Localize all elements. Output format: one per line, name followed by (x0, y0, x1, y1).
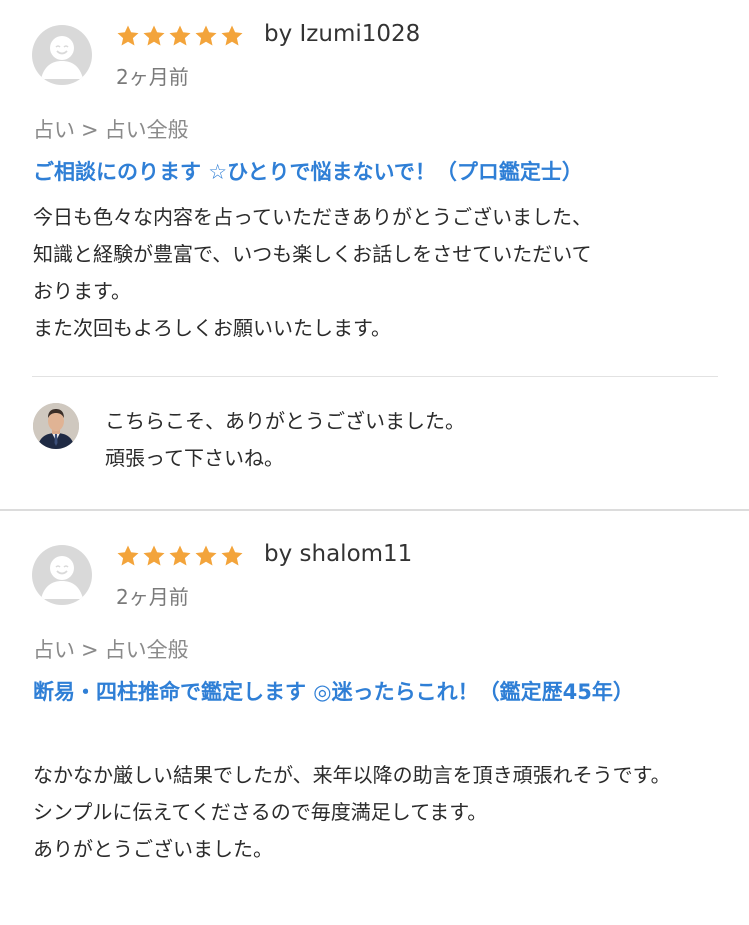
rating-stars (116, 24, 244, 52)
breadcrumb-separator: > (81, 118, 99, 142)
star-icon (195, 545, 217, 566)
default-user-icon (41, 556, 83, 599)
star-icon (169, 25, 191, 46)
review-comment: 今日も色々な内容を占っていただきありがとうございました、 知識と経験が豊富で、い… (33, 199, 713, 347)
review-card: by shalom11 2ヶ月前 占い > 占い全般 断易・四柱推命で鑑定します ◎… (0, 511, 749, 925)
breadcrumb-separator: > (81, 638, 99, 662)
user-avatar[interactable] (32, 25, 92, 85)
comment-line: なかなか厳しい結果でしたが、来年以降の助言を頂き頑張れそうです。 (33, 763, 671, 787)
reply-line: 頑張って下さいね。 (105, 446, 284, 470)
star-icon (221, 25, 243, 46)
breadcrumb-category[interactable]: 占い (33, 118, 75, 142)
service-title-link[interactable]: ご相談にのります ☆ひとりで悩まないで！（プロ鑑定士） (33, 154, 693, 191)
star-icon (221, 545, 243, 566)
breadcrumb: 占い > 占い全般 (33, 114, 189, 144)
review-card: by Izumi1028 2ヶ月前 占い > 占い全般 ご相談にのります ☆ひとりで… (0, 0, 749, 509)
comment-line: おります。 (33, 279, 131, 303)
seller-avatar[interactable] (33, 403, 79, 449)
comment-line: シンプルに伝えてくださるので毎度満足してます。 (33, 800, 488, 824)
star-icon (143, 25, 165, 46)
review-date: 2ヶ月前 (116, 65, 189, 89)
comment-line: 今日も色々な内容を占っていただきありがとうございました、 (33, 205, 592, 229)
review-comment: なかなか厳しい結果でしたが、来年以降の助言を頂き頑張れそうです。 シンプルに伝え… (33, 757, 713, 868)
star-icon (195, 25, 217, 46)
seller-reply: こちらこそ、ありがとうございました。 頑張って下さいね。 (105, 403, 705, 477)
default-user-icon (41, 36, 83, 79)
user-avatar[interactable] (32, 545, 92, 605)
star-icon (143, 545, 165, 566)
comment-line: 知識と経験が豊富で、いつも楽しくお話しをさせていただいて (33, 242, 592, 266)
breadcrumb-subcategory[interactable]: 占い全般 (105, 638, 189, 662)
comment-line: また次回もよろしくお願いいたします。 (33, 316, 391, 340)
seller-photo-icon (33, 403, 79, 449)
rating-stars (116, 544, 244, 572)
breadcrumb-category[interactable]: 占い (33, 638, 75, 662)
star-icon (117, 545, 139, 566)
reply-line: こちらこそ、ありがとうございました。 (105, 409, 465, 433)
breadcrumb-subcategory[interactable]: 占い全般 (105, 118, 189, 142)
star-icon (117, 25, 139, 46)
reviewer-username[interactable]: by Izumi1028 (264, 21, 420, 47)
comment-line: ありがとうございました。 (33, 837, 273, 861)
reviewer-username[interactable]: by shalom11 (264, 541, 412, 567)
breadcrumb: 占い > 占い全般 (33, 634, 189, 664)
review-date: 2ヶ月前 (116, 585, 189, 609)
reply-divider (32, 376, 718, 377)
service-title-link[interactable]: 断易・四柱推命で鑑定します ◎迷ったらこれ！（鑑定歴45年） (33, 674, 693, 711)
star-icon (169, 545, 191, 566)
